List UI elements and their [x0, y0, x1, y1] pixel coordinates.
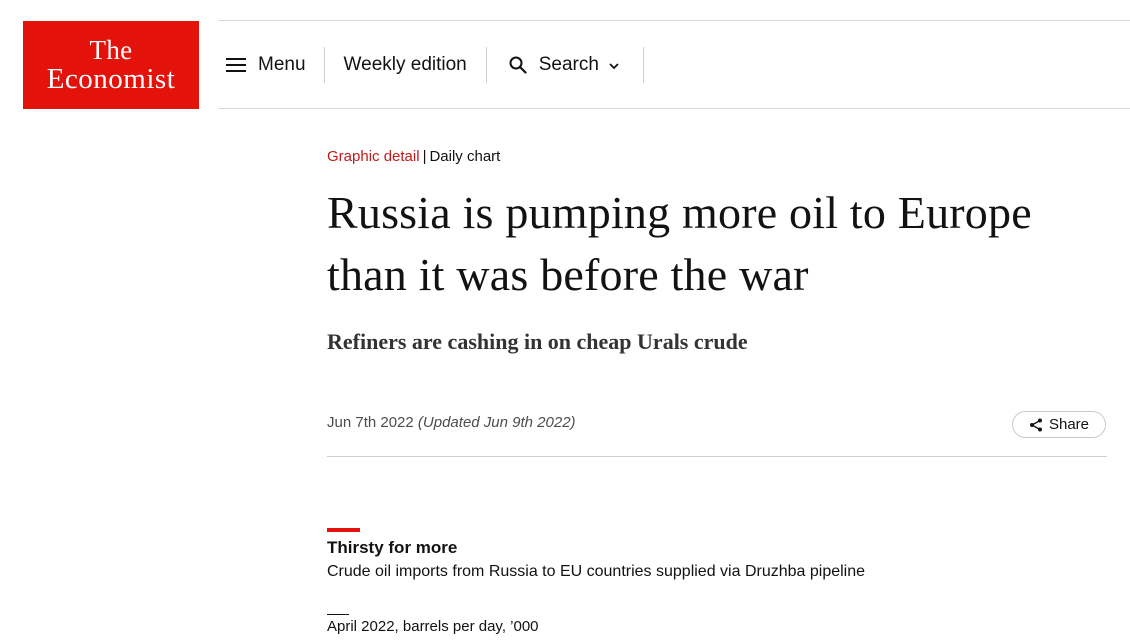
search-button[interactable]: Search: [487, 47, 643, 83]
share-button[interactable]: Share: [1012, 411, 1106, 438]
series-link[interactable]: Daily chart: [429, 148, 500, 165]
chart-unit-rule: [327, 614, 349, 615]
headline: Russia is pumping more oil to Europe tha…: [327, 187, 1032, 300]
economist-logo[interactable]: The Economist: [23, 21, 199, 109]
chart-unit-label: April 2022, barrels per day, ’000: [327, 618, 539, 635]
share-icon: [1029, 418, 1042, 431]
dateline: Jun 7th 2022 (Updated Jun 9th 2022): [327, 414, 576, 431]
share-label: Share: [1048, 416, 1090, 433]
page: The Economist Menu Weekly edition Search: [0, 0, 1130, 641]
logo-line-1: The: [89, 34, 133, 65]
search-label: Search: [538, 53, 599, 75]
publish-date: Jun 7th 2022: [327, 414, 414, 431]
article-divider: [327, 456, 1107, 457]
nav-separator: [642, 46, 644, 83]
chart-title: Thirsty for more: [327, 538, 458, 557]
chart-subtitle: Crude oil imports from Russia to EU coun…: [327, 563, 866, 580]
menu-label: Menu: [258, 53, 306, 75]
subheadline: Refiners are cashing in on cheap Urals c…: [327, 329, 748, 354]
chart-accent-bar: [327, 528, 360, 532]
weekly-edition-link[interactable]: Weekly edition: [325, 47, 486, 83]
top-navigation: Menu Weekly edition Search: [218, 21, 644, 108]
chevron-down-icon: [609, 62, 619, 69]
hamburger-menu-icon: [226, 57, 246, 72]
kicker-separator: |: [422, 148, 427, 165]
logo-line-2: Economist: [46, 62, 176, 95]
updated-date: (Updated Jun 9th 2022): [417, 414, 576, 431]
nav-bottom-divider: [218, 108, 1130, 109]
kicker: Graphic detail | Daily chart: [327, 148, 500, 165]
menu-button[interactable]: Menu: [218, 47, 324, 83]
weekly-edition-label: Weekly edition: [343, 53, 467, 75]
section-link[interactable]: Graphic detail: [327, 148, 420, 165]
search-icon: [509, 56, 527, 74]
